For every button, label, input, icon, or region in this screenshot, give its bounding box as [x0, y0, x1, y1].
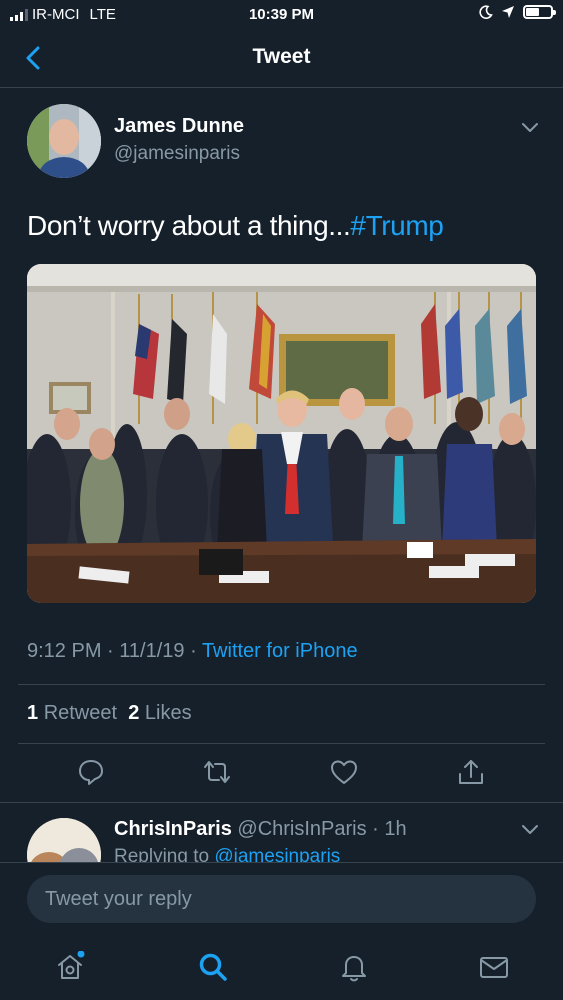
- divider: [18, 684, 545, 685]
- chevron-down-icon[interactable]: [519, 822, 541, 838]
- likes-link[interactable]: 2 Likes: [128, 702, 191, 724]
- bell-icon[interactable]: [338, 951, 370, 983]
- share-icon[interactable]: [456, 757, 486, 787]
- heart-icon[interactable]: [329, 757, 359, 787]
- avatar[interactable]: [27, 104, 101, 178]
- reply-author-name: ChrisInParis: [114, 818, 232, 840]
- chevron-down-icon[interactable]: [519, 120, 541, 136]
- compose-bar: Tweet your reply: [0, 862, 563, 1000]
- meta-separator: ·: [101, 640, 120, 662]
- reply-author[interactable]: ChrisInParis @ChrisInParis · 1h: [114, 818, 407, 841]
- engagement-counts: 1 Retweet 2 Likes: [27, 702, 192, 725]
- search-icon[interactable]: [197, 951, 229, 983]
- retweet-count: 1: [27, 702, 39, 724]
- battery-icon: [523, 5, 556, 19]
- tweet-body: Don’t worry about a thing...: [27, 210, 351, 241]
- mail-icon[interactable]: [478, 951, 510, 983]
- reply-author-handle: @ChrisInParis · 1h: [237, 818, 407, 840]
- divider: [18, 743, 545, 744]
- home-icon[interactable]: [54, 951, 86, 983]
- tweet-source-link[interactable]: Twitter for iPhone: [202, 640, 358, 662]
- status-bar: IR-MCI LTE 10:39 PM: [0, 0, 563, 30]
- tweet-meta: 9:12 PM · 11/1/19 · Twitter for iPhone: [27, 640, 358, 663]
- like-count: 2: [128, 702, 140, 724]
- tweet-time: 9:12 PM: [27, 640, 102, 662]
- status-right: [479, 5, 556, 19]
- moon-icon: [479, 5, 493, 19]
- retweet-icon[interactable]: [202, 757, 232, 787]
- comment-icon[interactable]: [76, 757, 106, 787]
- nav-bar: Tweet: [0, 30, 563, 88]
- retweet-label: Retweet: [43, 702, 118, 724]
- reply-input[interactable]: Tweet your reply: [27, 875, 536, 923]
- author-name[interactable]: James Dunne: [114, 115, 244, 138]
- tweet-date: 11/1/19: [119, 640, 185, 662]
- author-handle[interactable]: @jamesinparis: [114, 143, 240, 165]
- tweet-photo[interactable]: [27, 264, 536, 603]
- page-title: Tweet: [252, 45, 311, 68]
- like-label: Likes: [144, 702, 192, 724]
- divider: [0, 802, 563, 803]
- hashtag-link[interactable]: #Trump: [350, 210, 443, 241]
- retweets-link[interactable]: 1 Retweet: [27, 702, 117, 724]
- tweet-text: Don’t worry about a thing...#Trump: [27, 210, 444, 242]
- location-icon: [502, 6, 514, 18]
- meta-separator: ·: [184, 640, 202, 662]
